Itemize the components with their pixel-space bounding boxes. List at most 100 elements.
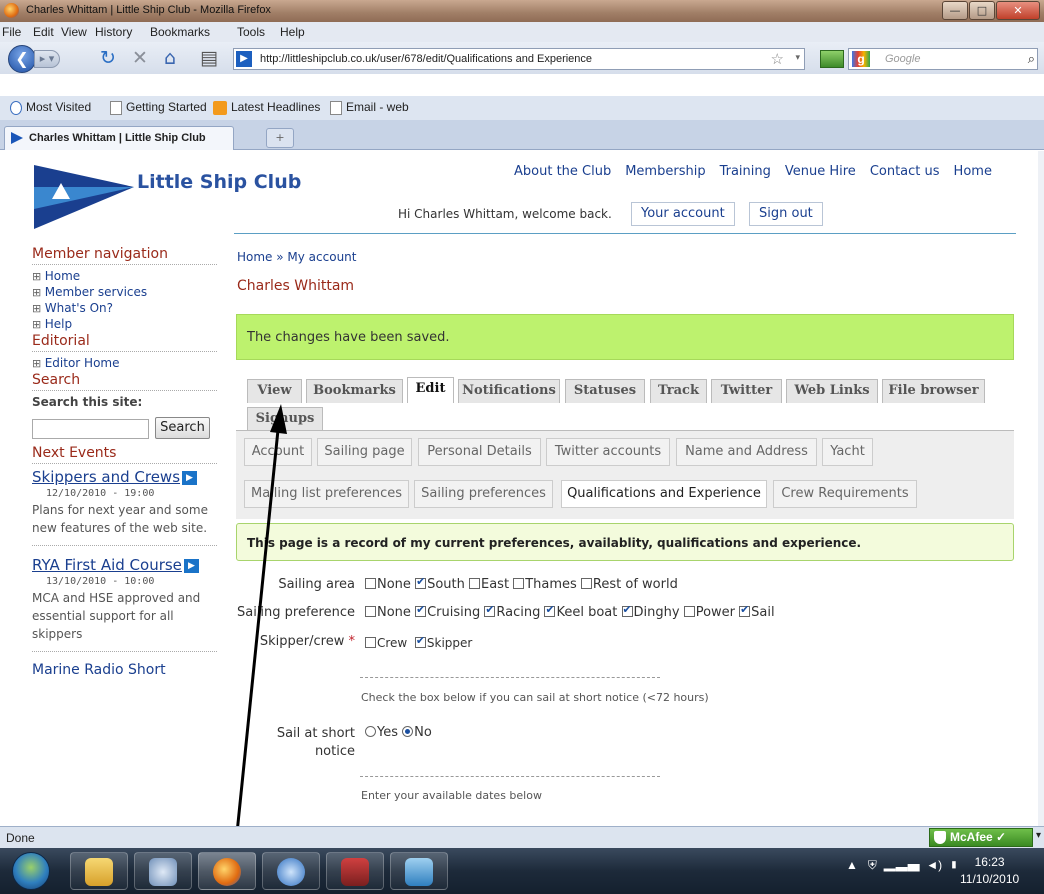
power-icon[interactable]: ▮ (949, 858, 959, 872)
home-icon[interactable]: ⌂ (164, 48, 176, 68)
tab-twitter[interactable]: Twitter (711, 379, 782, 403)
checkbox[interactable] (513, 578, 525, 589)
checkbox[interactable] (414, 634, 426, 648)
subtab-yacht[interactable]: Yacht (822, 438, 873, 466)
forward-button[interactable]: ▸ ▾ (34, 50, 60, 68)
reload-icon[interactable]: ↻ (100, 48, 116, 68)
menu-history[interactable]: History (95, 25, 132, 39)
tab-signups[interactable]: Signups (247, 407, 323, 431)
tab-web-links[interactable]: Web Links (786, 379, 878, 403)
nav-venue-hire[interactable]: Venue Hire (785, 164, 856, 179)
arrow-right-icon[interactable]: ▶ (182, 470, 198, 485)
short-notice-no-option[interactable]: No (402, 725, 432, 740)
your-account-button[interactable]: Your account (631, 202, 735, 226)
menu-tools[interactable]: Tools (237, 25, 265, 39)
menu-view[interactable]: View (61, 25, 87, 39)
print-icon[interactable]: ▤ (200, 48, 218, 68)
site-name[interactable]: Little Ship Club (137, 171, 301, 193)
menu-bookmarks[interactable]: Bookmarks (150, 25, 210, 39)
event-title-text[interactable]: RYA First Aid Course (32, 556, 182, 574)
subtab-mailing-list-preferences[interactable]: Mailing list preferences (244, 480, 409, 508)
subtab-crew-requirements[interactable]: Crew Requirements (773, 480, 917, 508)
subtab-sailing-preferences[interactable]: Sailing preferences (414, 480, 553, 508)
nav-home[interactable]: Home (954, 164, 992, 179)
arrow-right-icon[interactable]: ▶ (183, 558, 199, 573)
page-scrollbar[interactable] (1038, 151, 1044, 826)
pref-power-option[interactable]: Power (683, 605, 735, 620)
taskbar-app[interactable] (326, 852, 384, 890)
pref-dinghy-option[interactable]: Dinghy (621, 603, 680, 620)
shield-icon[interactable]: ⛨ (868, 858, 877, 872)
event-title[interactable]: RYA First Aid Course ▶ (32, 556, 217, 574)
checkbox[interactable] (468, 578, 480, 589)
mcafee-badge[interactable]: McAfee ✓ (929, 828, 1033, 847)
close-button[interactable]: ✕ (996, 1, 1040, 20)
address-bar[interactable]: ▶ http://littleshipclub.co.uk/user/678/e… (233, 48, 805, 70)
minimize-button[interactable]: — (942, 1, 968, 20)
nav-training[interactable]: Training (720, 164, 771, 179)
bookmark-latest-headlines[interactable]: Latest Headlines (213, 100, 320, 115)
stop-icon[interactable]: ✕ (132, 48, 148, 68)
bookmark-email-web[interactable]: Email - web (330, 100, 409, 115)
checkbox[interactable] (621, 603, 633, 617)
tab-statuses[interactable]: Statuses (565, 379, 645, 403)
taskbar-ie[interactable] (262, 852, 320, 890)
addon-icon[interactable] (820, 50, 844, 68)
subtab-qualifications-experience[interactable]: Qualifications and Experience (561, 480, 767, 508)
sidebar-item-editor-home[interactable]: Editor Home (32, 356, 217, 370)
volume-icon[interactable]: ◄) (926, 858, 942, 872)
sailing-area-thames-option[interactable]: Thames (513, 577, 577, 592)
subtab-twitter-accounts[interactable]: Twitter accounts (546, 438, 670, 466)
nav-membership[interactable]: Membership (625, 164, 705, 179)
site-search-button[interactable]: Search (155, 417, 210, 439)
skipper-option[interactable]: Skipper (414, 634, 472, 650)
sailing-area-east-option[interactable]: East (468, 577, 509, 592)
start-button[interactable] (12, 852, 50, 890)
search-icon[interactable]: ⌕ (1028, 51, 1035, 67)
url-dropdown-icon[interactable]: ▾ (795, 52, 800, 63)
subtab-personal-details[interactable]: Personal Details (418, 438, 541, 466)
expand-tray-icon[interactable]: ▲ (846, 858, 858, 872)
nav-contact[interactable]: Contact us (870, 164, 940, 179)
nav-about[interactable]: About the Club (514, 164, 611, 179)
bookmark-star-icon[interactable]: ☆ (771, 50, 784, 68)
crew-option[interactable]: Crew (365, 636, 407, 650)
checkbox[interactable] (365, 637, 376, 648)
bookmark-most-visited[interactable]: Most Visited (10, 100, 91, 115)
menu-help[interactable]: Help (280, 25, 305, 39)
subtab-account[interactable]: Account (244, 438, 312, 466)
tab-file-browser[interactable]: File browser (882, 379, 985, 403)
checkbox[interactable] (739, 603, 751, 617)
search-box[interactable]: g Google ⌕ (848, 48, 1038, 70)
sailing-area-south-option[interactable]: South (415, 575, 465, 592)
sidebar-item-whats-on[interactable]: What's On? (32, 301, 217, 315)
tab-notifications[interactable]: Notifications (458, 379, 560, 403)
checkbox[interactable] (365, 578, 376, 589)
checkbox[interactable] (683, 606, 695, 617)
tab-edit[interactable]: Edit (407, 377, 454, 403)
short-notice-yes-option[interactable]: Yes (365, 725, 398, 740)
chevron-down-icon[interactable]: ▾ (1036, 830, 1041, 841)
checkbox[interactable] (544, 603, 556, 617)
pref-cruising-option[interactable]: Cruising (415, 603, 480, 620)
taskbar-firefox[interactable] (198, 852, 256, 890)
new-tab-button[interactable]: + (266, 128, 294, 148)
tab-track[interactable]: Track (650, 379, 707, 403)
checkbox[interactable] (415, 575, 427, 589)
browser-tab-active[interactable]: Charles Whittam | Little Ship Club (4, 126, 234, 150)
menu-file[interactable]: File (2, 25, 21, 39)
menu-edit[interactable]: Edit (33, 25, 54, 39)
pref-sail-option[interactable]: Sail (739, 603, 775, 620)
checkbox[interactable] (415, 603, 427, 617)
pref-none-option[interactable]: None (365, 605, 411, 620)
clock[interactable]: 16:23 11/10/2010 (960, 854, 1019, 888)
pref-keel-boat-option[interactable]: Keel boat (544, 603, 617, 620)
radio[interactable] (365, 726, 376, 737)
sailing-area-none-option[interactable]: None (365, 577, 411, 592)
subtab-name-and-address[interactable]: Name and Address (676, 438, 817, 466)
sidebar-item-member-services[interactable]: Member services (32, 285, 217, 299)
back-button[interactable]: ❮ (8, 45, 36, 73)
taskbar-explorer[interactable] (70, 852, 128, 890)
radio[interactable] (402, 726, 414, 737)
taskbar-photo[interactable] (390, 852, 448, 890)
